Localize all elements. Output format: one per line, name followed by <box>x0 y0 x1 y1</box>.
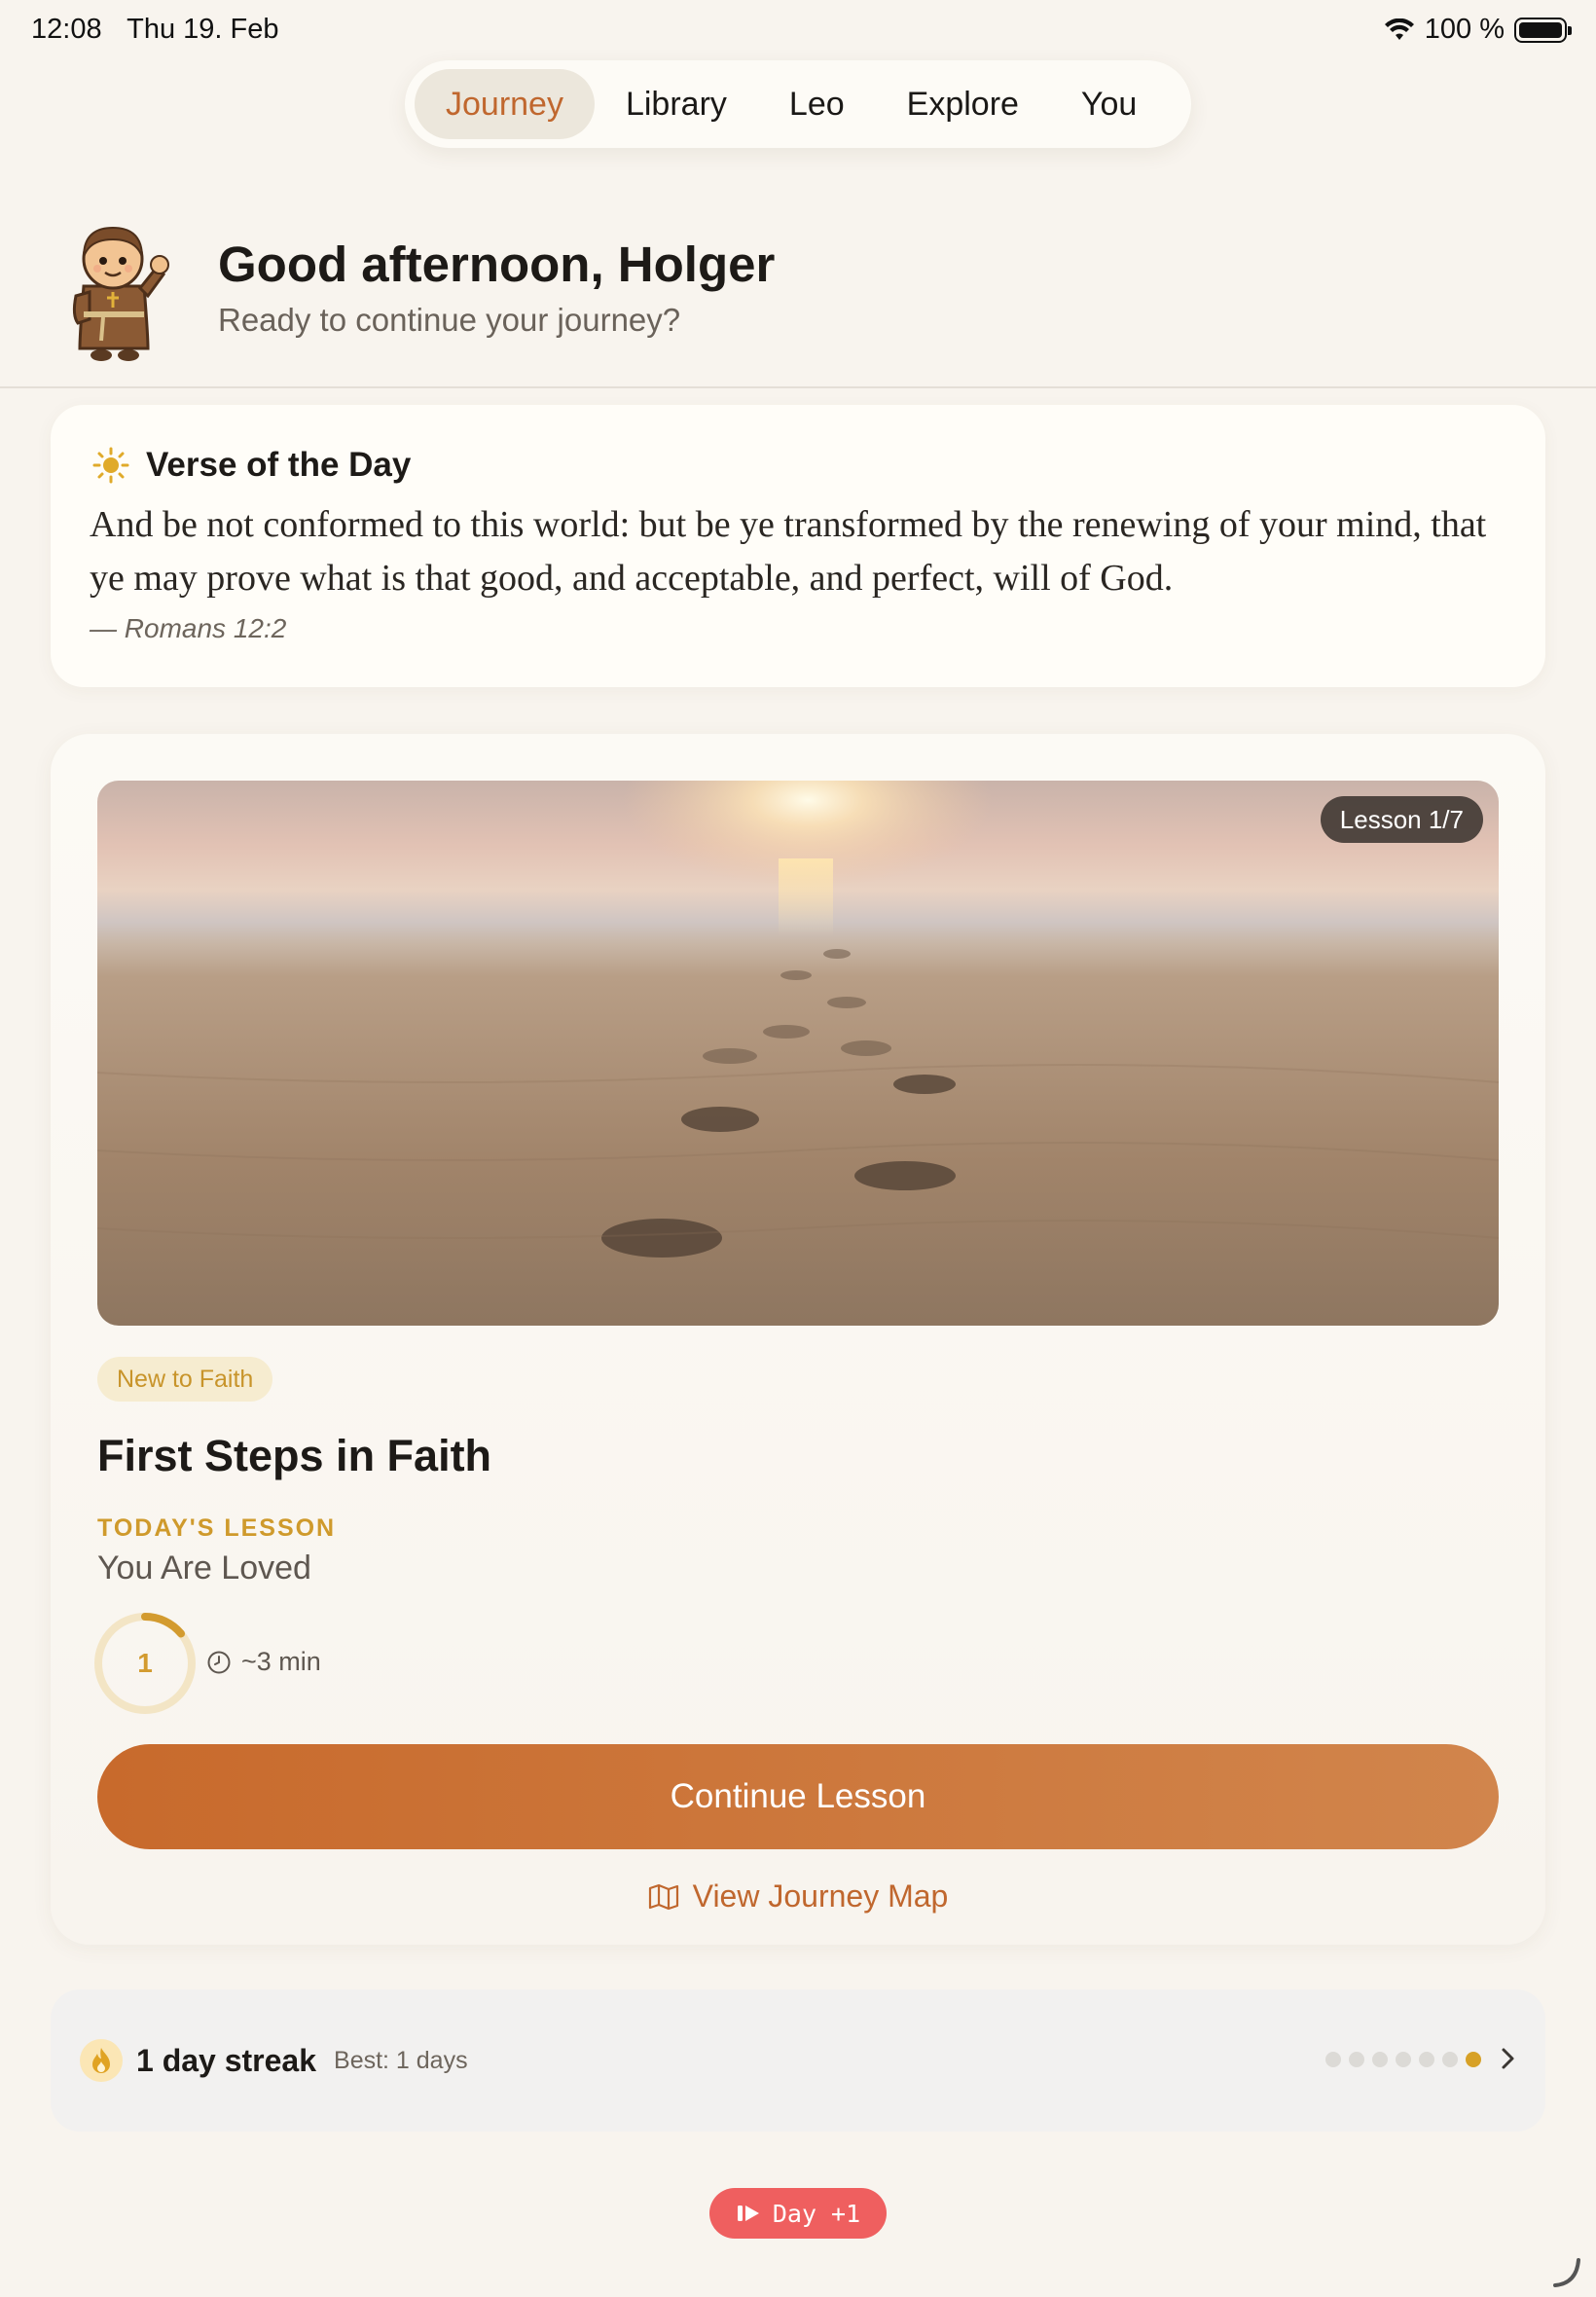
skip-forward-icon <box>737 2206 759 2221</box>
footprints-in-sand-image <box>97 781 1499 1326</box>
view-journey-map-label: View Journey Map <box>692 1878 949 1914</box>
view-journey-map-link[interactable]: View Journey Map <box>51 1878 1545 1914</box>
header-divider <box>0 386 1596 388</box>
streak-day-dot <box>1442 2052 1458 2067</box>
tab-journey[interactable]: Journey <box>415 69 595 139</box>
flame-icon <box>80 2039 123 2082</box>
current-lesson-card: Lesson 1/7 New to Faith First Steps in F… <box>51 734 1545 1945</box>
debug-day-advance-button[interactable]: Day +1 <box>709 2188 887 2239</box>
tab-leo[interactable]: Leo <box>758 69 876 139</box>
streak-best: Best: 1 days <box>334 2046 468 2074</box>
monk-mascot-avatar <box>72 226 169 361</box>
chevron-right-icon <box>1502 2048 1514 2069</box>
map-icon <box>648 1883 678 1910</box>
tab-library[interactable]: Library <box>595 69 758 139</box>
lesson-duration: ~3 min <box>241 1647 321 1676</box>
verse-text: And be not conformed to this world: but … <box>90 504 1487 599</box>
streak-day-dot <box>1325 2052 1341 2067</box>
verse-reference: — Romans 12:2 <box>90 613 287 643</box>
verse-of-the-day-card[interactable]: Verse of the Day And be not conformed to… <box>51 405 1545 687</box>
course-title: First Steps in Faith <box>97 1431 492 1480</box>
status-date: Thu 19. Feb <box>127 14 279 45</box>
continue-lesson-button[interactable]: Continue Lesson <box>97 1744 1499 1849</box>
wifi-icon <box>1384 18 1414 40</box>
resize-handle-icon <box>1553 2258 1580 2287</box>
status-bar: 12:08 Thu 19. Feb 100 % <box>0 0 1596 60</box>
streak-day-dot <box>1466 2052 1481 2067</box>
streak-day-dot <box>1349 2052 1364 2067</box>
sun-icon <box>92 447 129 484</box>
lesson-hero-image: Lesson 1/7 <box>97 781 1499 1326</box>
streak-day-dot <box>1396 2052 1411 2067</box>
greeting-subtitle: Ready to continue your journey? <box>218 302 681 338</box>
streak-day-dot <box>1372 2052 1388 2067</box>
lesson-counter-badge: Lesson 1/7 <box>1320 796 1483 843</box>
category-tag: New to Faith <box>97 1357 273 1402</box>
todays-lesson-label: TODAY'S LESSON <box>97 1514 337 1542</box>
battery-percent: 100 % <box>1424 14 1505 45</box>
streak-week-dots <box>1325 2052 1481 2067</box>
debug-day-label: Day +1 <box>772 2199 861 2228</box>
status-time: 12:08 <box>31 14 102 45</box>
battery-icon <box>1514 17 1572 43</box>
verse-heading: Verse of the Day <box>146 446 412 484</box>
tab-you[interactable]: You <box>1050 69 1168 139</box>
clock-icon <box>207 1651 231 1673</box>
tab-explore[interactable]: Explore <box>876 69 1050 139</box>
streak-day-dot <box>1419 2052 1434 2067</box>
top-tab-bar: Journey Library Leo Explore You <box>405 60 1191 148</box>
streak-bar[interactable]: 1 day streak Best: 1 days <box>51 1989 1545 2132</box>
todays-lesson-name: You Are Loved <box>97 1550 311 1586</box>
streak-count: 1 day streak <box>136 2042 317 2078</box>
greeting-title: Good afternoon, Holger <box>218 237 776 292</box>
progress-number: 1 <box>137 1648 153 1678</box>
